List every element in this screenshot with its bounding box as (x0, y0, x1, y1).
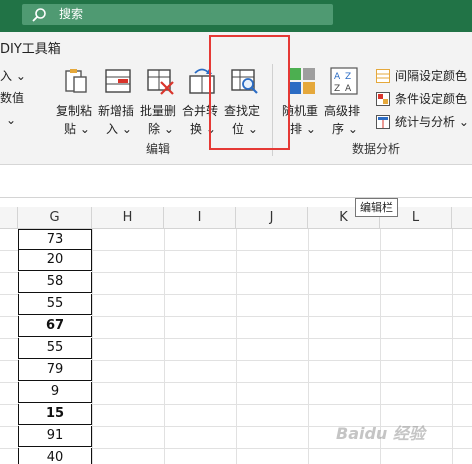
insert-dropdown[interactable]: 入 ⌄ (0, 66, 26, 86)
clipboard-icon (65, 69, 87, 93)
advanced-sort-label-2: 序 ⌄ (332, 122, 358, 136)
formula-bar[interactable] (0, 166, 472, 198)
svg-text:A: A (334, 72, 341, 82)
search-label: 搜索 (59, 7, 84, 21)
cell-g-value[interactable]: 55 (18, 294, 92, 315)
shuffle-grid-icon (289, 68, 315, 94)
title-bar: 搜索 (0, 0, 472, 32)
cell-g-value[interactable]: 67 (18, 316, 92, 337)
delete-cells-icon (147, 69, 174, 95)
svg-text:Z: Z (334, 84, 340, 94)
values-button[interactable]: 数值 (0, 88, 24, 108)
batch-delete-label-2: 除 ⌄ (148, 122, 174, 136)
group-label-data-analysis: 数据分析 (352, 142, 401, 156)
random-rearrange-label-2: 排 ⌄ (290, 122, 316, 136)
grid-color-icon (376, 69, 390, 83)
grid-line (452, 229, 453, 464)
column-header-h[interactable]: H (92, 207, 164, 229)
add-insert-label-2: 入 ⌄ (106, 122, 132, 136)
cell-g-value[interactable]: 73 (18, 229, 92, 250)
cell-g-value[interactable]: 58 (18, 272, 92, 293)
cell-g-value[interactable]: 40 (18, 448, 92, 464)
cell-g-value[interactable]: 79 (18, 360, 92, 381)
formula-bar-tooltip: 编辑栏 (355, 198, 398, 217)
grid-line (308, 229, 309, 464)
cell-g-value[interactable]: 91 (18, 426, 92, 447)
search-icon (32, 8, 46, 22)
stats-analysis-label: 统计与分析 ⌄ (395, 115, 469, 129)
grid-line (92, 229, 93, 464)
column-header-j[interactable]: J (236, 207, 308, 229)
cell-g-value[interactable]: 9 (18, 382, 92, 403)
group-label-edit: 编辑 (146, 142, 171, 156)
svg-text:A: A (345, 84, 352, 94)
baidu-watermark: Baidu 经验 (336, 424, 425, 443)
copy-paste-label-1: 复制粘 (56, 104, 93, 118)
search-box[interactable]: 搜索 (22, 4, 333, 25)
stats-table-icon (376, 115, 390, 129)
annotation-highlight-box (209, 35, 290, 150)
cell-g-value[interactable]: 55 (18, 338, 92, 359)
chevron-down-icon[interactable]: ⌄ (6, 110, 16, 130)
column-header-i[interactable]: I (164, 207, 236, 229)
cell-g-value[interactable]: 15 (18, 404, 92, 425)
column-header-row: G H I J K L (0, 207, 472, 229)
column-header-blank (0, 207, 18, 229)
sort-az-icon: A Z Z A (330, 67, 358, 95)
grid-line (164, 229, 165, 464)
batch-delete-label-1: 批量删 (140, 104, 177, 118)
interval-color-label: 间隔设定颜色 (395, 69, 468, 83)
advanced-sort-label-1: 高级排 (324, 104, 361, 118)
insert-rows-icon (105, 69, 131, 93)
copy-paste-label-2: 贴 ⌄ (64, 122, 90, 136)
condition-color-label: 条件设定颜色 (395, 92, 468, 106)
tab-diy-toolbox[interactable]: DIY工具箱 (0, 38, 61, 57)
column-header-g[interactable]: G (18, 207, 92, 229)
grid-line (236, 229, 237, 464)
svg-text:Z: Z (345, 72, 351, 82)
condition-grid-icon (376, 92, 390, 106)
add-insert-label-1: 新增插 (98, 104, 135, 118)
cell-g-value[interactable]: 20 (18, 250, 92, 271)
